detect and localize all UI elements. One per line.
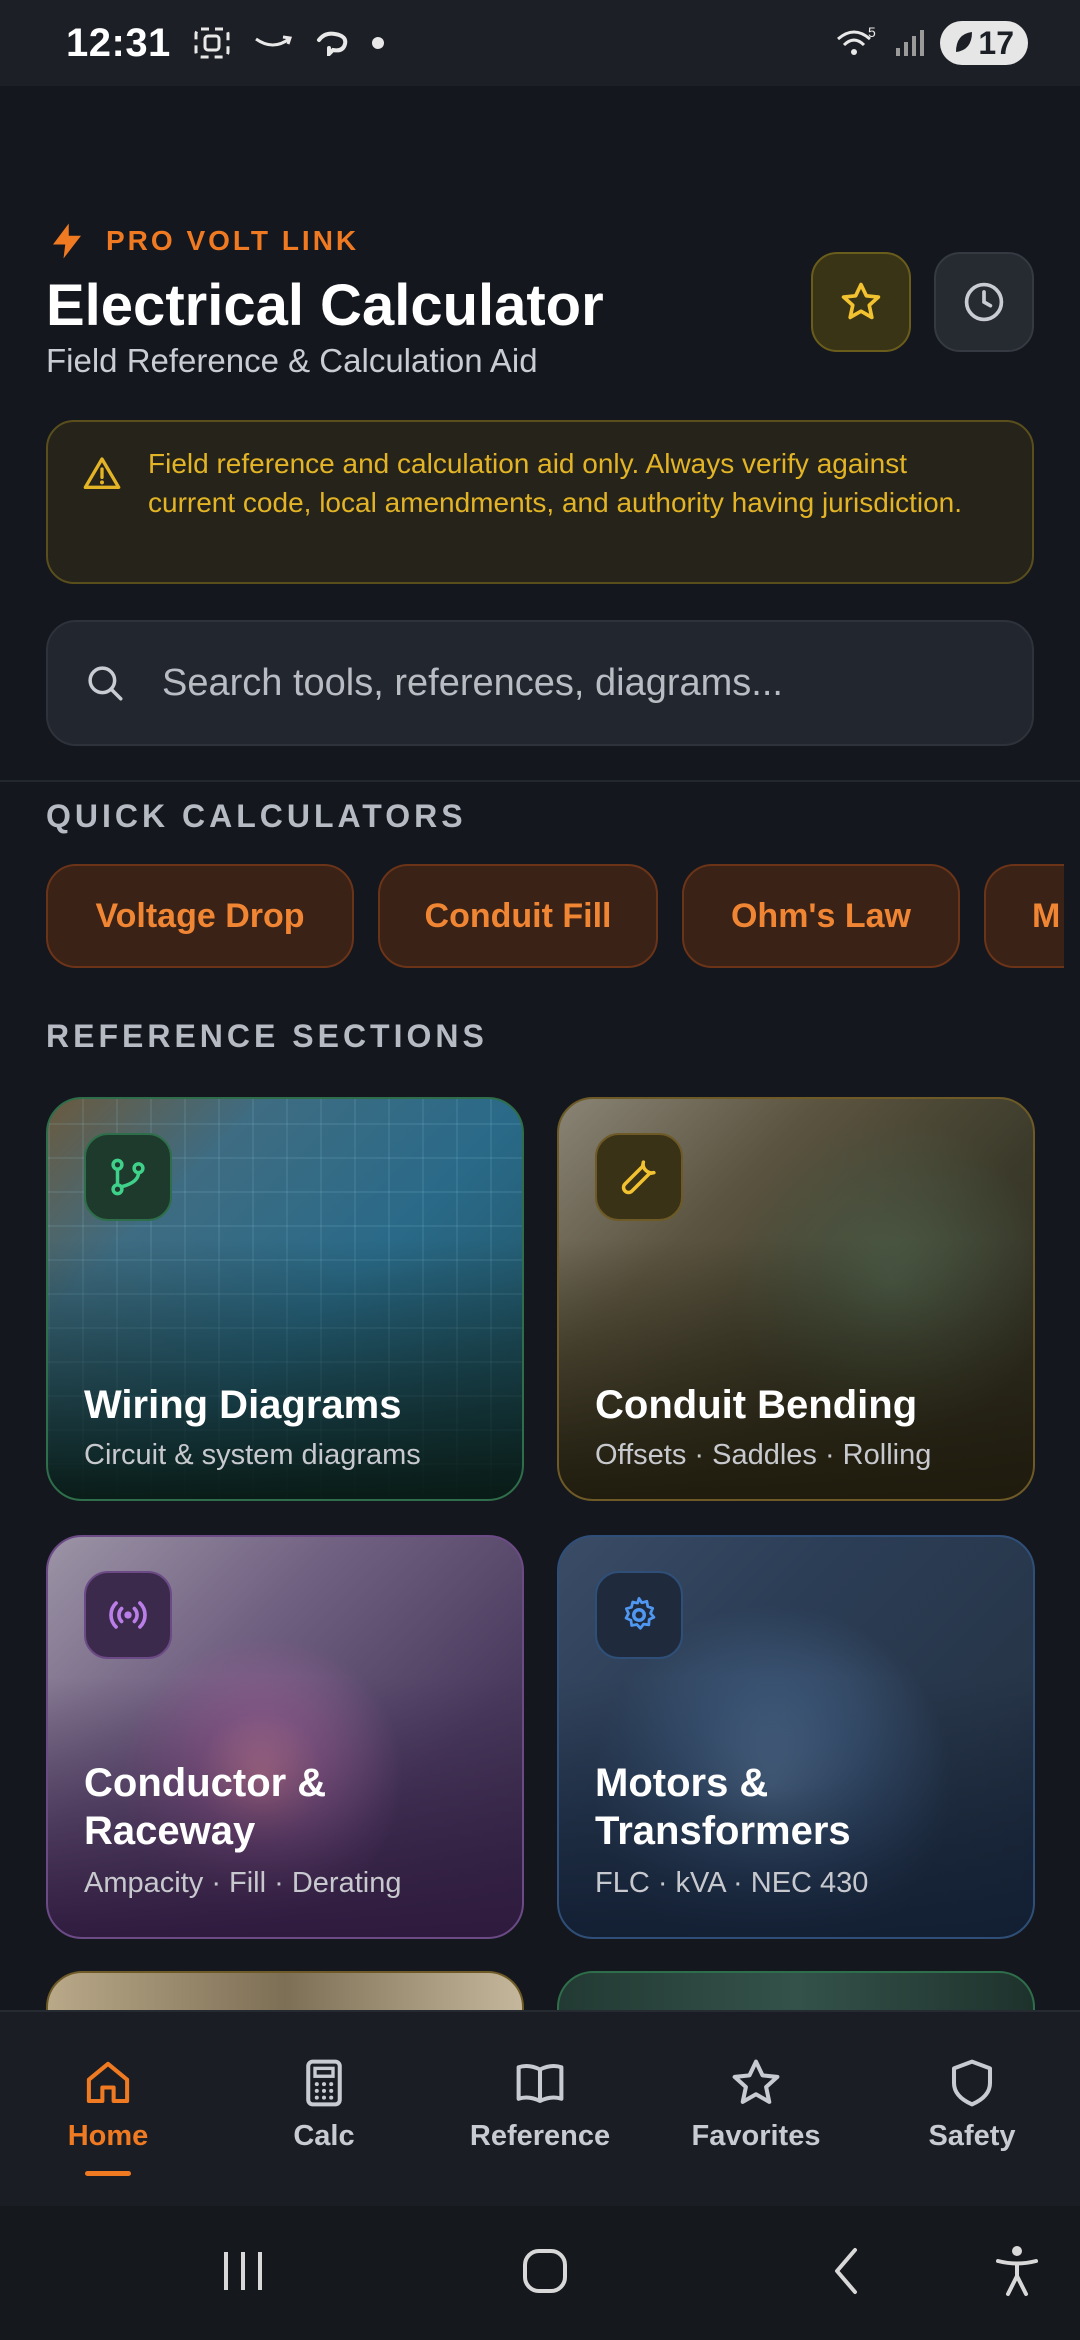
recents-icon [224,2252,262,2290]
card-partial-right[interactable] [557,1971,1035,2010]
card-title: Conduit Bending [595,1383,918,1427]
chip-conduit-fill[interactable]: Conduit Fill [378,864,658,968]
reference-sections-label: REFERENCE SECTIONS [46,1018,488,1054]
accessibility-button[interactable] [972,2236,1062,2306]
quick-calculators-label: QUICK CALCULATORS [46,798,467,834]
nav-reference[interactable]: Reference [450,2056,630,2153]
shield-icon [951,2059,993,2107]
main-content[interactable]: PRO VOLT LINK Electrical Calculator Fiel… [0,86,1080,2010]
gear-icon [595,1571,683,1659]
clock-icon [964,282,1004,322]
status-right: 5 17 [834,21,1028,65]
nav-label: Home [67,2120,149,2152]
disclaimer-text: Field reference and calculation aid only… [148,448,962,518]
signal-bars-icon [894,28,926,58]
home-system-button[interactable] [500,2236,590,2306]
wrench-icon [595,1133,683,1221]
search-bar[interactable] [46,620,1034,746]
bottom-nav: Home Calc Reference Favorites Safety [0,2010,1080,2206]
nav-home[interactable]: Home [18,2056,198,2176]
chip-ohms-law[interactable]: Ohm's Law [682,864,960,968]
battery-saver-icon [956,32,973,52]
home-circle-icon [523,2249,567,2293]
card-title: Motors & [595,1761,769,1805]
card-title: Conductor & [84,1761,327,1805]
nav-label: Calc [293,2120,355,2152]
calculator-icon [306,2059,342,2107]
search-input[interactable] [162,661,996,705]
status-bar: 12:31 5 17 [0,0,1080,86]
card-motors-transformers[interactable]: Motors & Transformers FLC · kVA · NEC 43… [557,1535,1035,1939]
branch-icon [84,1133,172,1221]
status-time: 12:31 [66,20,171,65]
page-subtitle: Field Reference & Calculation Aid [46,342,538,379]
star-icon [841,282,881,320]
nav-calc[interactable]: Calc [234,2056,414,2153]
amazon-icon [253,33,293,53]
history-button[interactable] [934,252,1034,352]
card-partial-left[interactable] [46,1971,524,2010]
warning-icon [83,457,121,489]
card-subtitle: FLC · kVA · NEC 430 [595,1867,869,1899]
divider [0,780,1080,782]
nav-active-indicator [85,2171,131,2176]
screen-record-icon [193,26,231,60]
nav-safety[interactable]: Safety [882,2056,1062,2153]
back-icon [835,2248,857,2294]
brand-name: PRO VOLT LINK [106,225,360,256]
card-title-line2: Raceway [84,1809,256,1853]
disclaimer-banner: Field reference and calculation aid only… [46,420,1034,584]
card-subtitle: Offsets · Saddles · Rolling [595,1439,932,1471]
lightning-icon [53,223,81,259]
card-conduit-bending[interactable]: Conduit Bending Offsets · Saddles · Roll… [557,1097,1035,1501]
page-title: Electrical Calculator [46,273,604,338]
battery-indicator: 17 [940,21,1028,65]
card-subtitle: Ampacity · Fill · Derating [84,1867,402,1899]
book-icon [516,2063,564,2104]
home-icon [86,2061,130,2104]
status-left: 12:31 [66,21,385,66]
wifi-badge: 5 [868,25,876,40]
card-subtitle: Circuit & system diagrams [84,1439,421,1471]
card-title-line2: Transformers [595,1809,851,1853]
brand-row: PRO VOLT LINK [46,220,359,262]
nav-label: Favorites [691,2120,821,2152]
signal-icon [84,1571,172,1659]
dot-icon [371,36,385,50]
battery-level: 17 [978,24,1014,61]
chip-voltage-drop[interactable]: Voltage Drop [46,864,354,968]
nav-label: Safety [928,2120,1016,2152]
star-icon [732,2059,780,2104]
back-button[interactable] [802,2236,892,2306]
nav-favorites[interactable]: Favorites [666,2056,846,2153]
recents-button[interactable] [198,2236,288,2306]
card-conductor-raceway[interactable]: Conductor & Raceway Ampacity · Fill · De… [46,1535,524,1939]
card-title: Wiring Diagrams [84,1383,402,1427]
wifi-icon: 5 [834,25,880,61]
card-wiring-diagrams[interactable]: Wiring Diagrams Circuit & system diagram… [46,1097,524,1501]
chip-partial[interactable]: M [984,864,1064,968]
cloud-icon [315,30,349,56]
favorites-button[interactable] [811,252,911,352]
search-icon [88,666,123,701]
system-nav-bar [0,2206,1080,2340]
accessibility-icon [996,2246,1038,2296]
nav-label: Reference [469,2120,611,2152]
quick-calculators-row[interactable]: Voltage Drop Conduit Fill Ohm's Law M [46,864,1064,968]
